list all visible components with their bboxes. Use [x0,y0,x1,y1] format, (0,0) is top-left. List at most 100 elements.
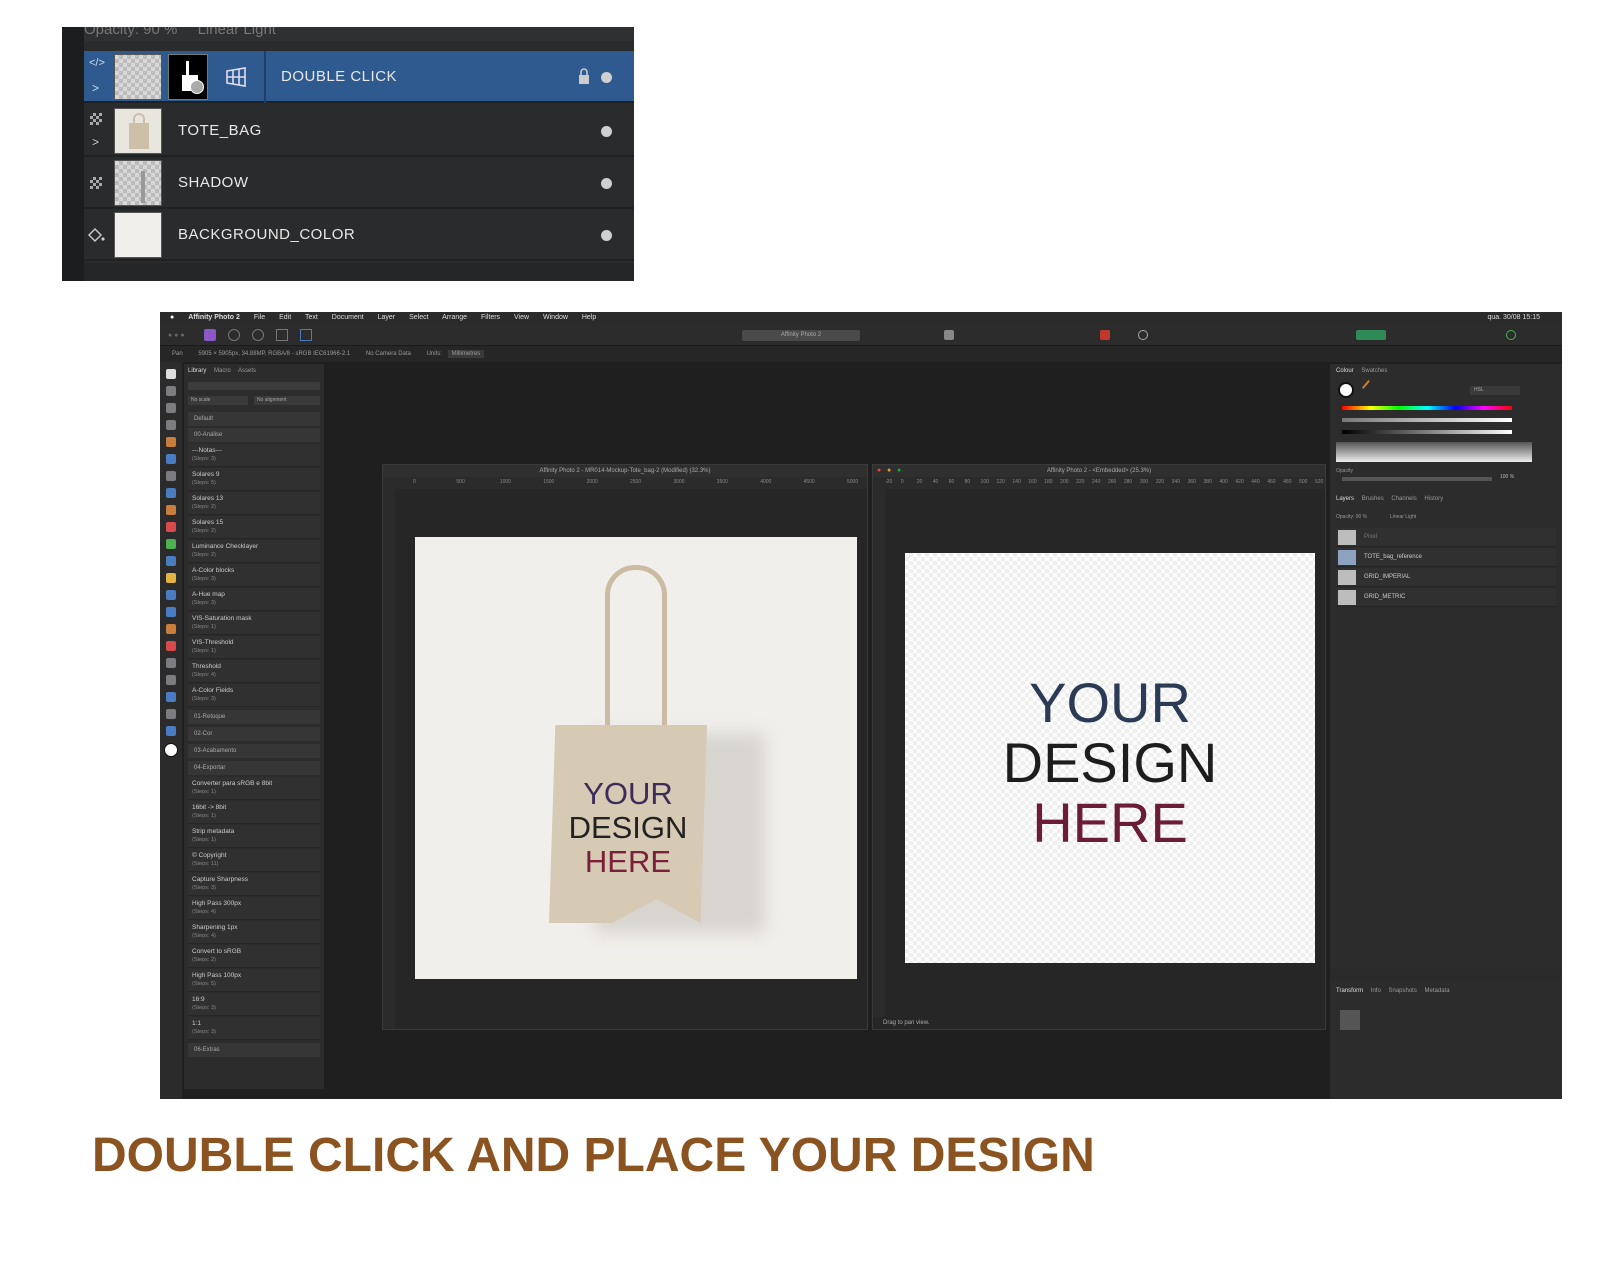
macro-item[interactable]: Capture Sharpness (Steps: 3) [188,873,320,896]
persona-export-icon[interactable] [300,329,312,341]
persona-photo-icon[interactable] [204,329,216,341]
layer-row-tote-bag[interactable]: > TOTE_BAG [84,105,634,157]
layer-blend-mode[interactable]: Linear Light [1390,514,1416,520]
lock-icon[interactable] [578,67,590,85]
move-tool-icon[interactable] [166,386,176,396]
macro-item[interactable]: 16bit -> 8bit (Steps: 1) [188,801,320,824]
tab-colour[interactable]: Colour [1336,368,1354,374]
layer-row-double-click[interactable]: </> > DOUBLE CLICK [84,51,634,103]
chevron-right-icon[interactable]: > [92,81,99,95]
document-title[interactable]: Affinity Photo 2 - MR014-Mockup-Tote_bag… [383,465,867,477]
tab-info[interactable]: Info [1371,988,1381,994]
layer-row[interactable]: GRID_IMPERIAL [1336,568,1556,587]
document-title[interactable]: Affinity Photo 2 - <Embedded> (25.3%) [873,465,1325,477]
macro-item[interactable]: VIS-Threshold (Steps: 1) [188,636,320,659]
node-tool-icon[interactable] [166,658,176,668]
layer-row[interactable]: Pixel [1336,528,1556,547]
saturation-slider[interactable] [1342,418,1512,422]
flood-fill-icon[interactable] [166,488,176,498]
blur-tool-icon[interactable] [166,573,176,583]
tab-library[interactable]: Library [188,368,206,374]
macro-item[interactable]: A-Color Fields (Steps: 3) [188,684,320,707]
alignment-select[interactable]: No alignment [254,396,320,405]
window-close-icon[interactable]: ● [877,467,881,474]
smudge-tool-icon[interactable] [166,590,176,600]
menu-item[interactable]: Help [582,314,596,321]
tab-history[interactable]: History [1424,496,1443,502]
macro-item[interactable]: © Copyright (Steps: 11) [188,849,320,872]
layer-row[interactable]: TOTE_bag_reference [1336,548,1556,567]
snapping-icon[interactable] [944,330,954,340]
blend-mode-text[interactable]: Linear Light [198,27,276,37]
selection-brush-icon[interactable] [166,454,176,464]
erase-tool-icon[interactable] [166,505,176,515]
dodge-tool-icon[interactable] [166,522,176,532]
colour-model-select[interactable]: HSL [1470,386,1520,395]
persona-liquify-icon[interactable] [228,329,240,341]
hue-slider[interactable] [1342,406,1512,410]
paint-brush-icon[interactable] [166,437,176,447]
zoom-tool-icon[interactable] [166,726,176,736]
tab-channels[interactable]: Channels [1391,496,1416,502]
search-input[interactable] [188,382,320,390]
layer-row-shadow[interactable]: SHADOW [84,157,634,209]
units-select[interactable]: Millimetres [447,350,485,358]
tab-layers[interactable]: Layers [1336,496,1354,502]
macro-item[interactable]: Convert to sRGB (Steps: 2) [188,945,320,968]
user-icon[interactable] [1506,330,1516,340]
clone-tool-icon[interactable] [166,539,176,549]
tab-brushes[interactable]: Brushes [1362,496,1384,502]
canvas-tote-bag[interactable]: YOUR DESIGN HERE [415,537,857,979]
macro-item[interactable]: Solares 9 (Steps: 5) [188,468,320,491]
menu-item[interactable]: File [254,314,265,321]
scale-select[interactable]: No scale [188,396,248,405]
macro-group[interactable]: 03-Acabamento [188,744,320,758]
chevron-right-icon[interactable]: > [92,135,99,149]
layer-row[interactable]: GRID_METRIC [1336,588,1556,607]
app-menu-name[interactable]: Affinity Photo 2 [188,314,240,321]
macro-item[interactable]: Solares 15 (Steps: 2) [188,516,320,539]
macro-item[interactable]: Converter para sRGB e 8bit (Steps: 1) [188,777,320,800]
macro-group[interactable]: 06-Extras [188,1043,320,1057]
visibility-dot[interactable] [601,72,612,83]
tab-snapshots[interactable]: Snapshots [1388,988,1416,994]
marquee-tool-icon[interactable] [166,471,176,481]
visibility-dot[interactable] [601,230,612,241]
macro-item[interactable]: Threshold (Steps: 4) [188,660,320,683]
menu-item[interactable]: Filters [481,314,500,321]
macro-item[interactable]: Strip metadata (Steps: 1) [188,825,320,848]
macro-group[interactable]: 00-Análise [188,428,320,442]
anchor-selector[interactable] [1340,1010,1360,1030]
artistic-text-icon[interactable] [166,709,176,719]
assistant-icon[interactable] [1138,330,1148,340]
menu-item[interactable]: Window [543,314,568,321]
window-minimize-icon[interactable]: ● [887,467,891,474]
apple-icon[interactable]: ● [170,314,174,321]
macro-item[interactable]: A-Color blocks (Steps: 3) [188,564,320,587]
macro-item[interactable]: 1:1 (Steps: 3) [188,1017,320,1040]
window-zoom-icon[interactable]: ● [897,467,901,474]
pen-tool-icon[interactable] [166,403,176,413]
macro-item[interactable]: 16:9 (Steps: 3) [188,993,320,1016]
text-tool-icon[interactable] [166,692,176,702]
menu-item[interactable]: View [514,314,529,321]
lightness-slider[interactable] [1342,430,1512,434]
tab-assets[interactable]: Assets [238,368,256,374]
persona-tone-icon[interactable] [276,329,288,341]
eyedropper-icon[interactable] [1361,379,1377,395]
menu-item[interactable]: Text [305,314,318,321]
visibility-dot[interactable] [601,178,612,189]
tab-swatches[interactable]: Swatches [1361,368,1387,374]
macro-item[interactable]: Solares 13 (Steps: 2) [188,492,320,515]
shape-tool-icon[interactable] [166,675,176,685]
fill-colour-swatch[interactable] [1338,382,1354,398]
healing-tool-icon[interactable] [166,556,176,566]
macro-group[interactable]: Default [188,412,320,426]
hand-tool-icon[interactable] [166,369,176,379]
opacity-value[interactable]: 100 % [1500,474,1514,480]
tab-transform[interactable]: Transform [1336,988,1363,994]
red-eye-tool-icon[interactable] [166,624,176,634]
window-controls[interactable]: ● ● ● [168,332,185,339]
colour-swatch[interactable] [164,743,178,757]
crop-tool-icon[interactable] [166,420,176,430]
